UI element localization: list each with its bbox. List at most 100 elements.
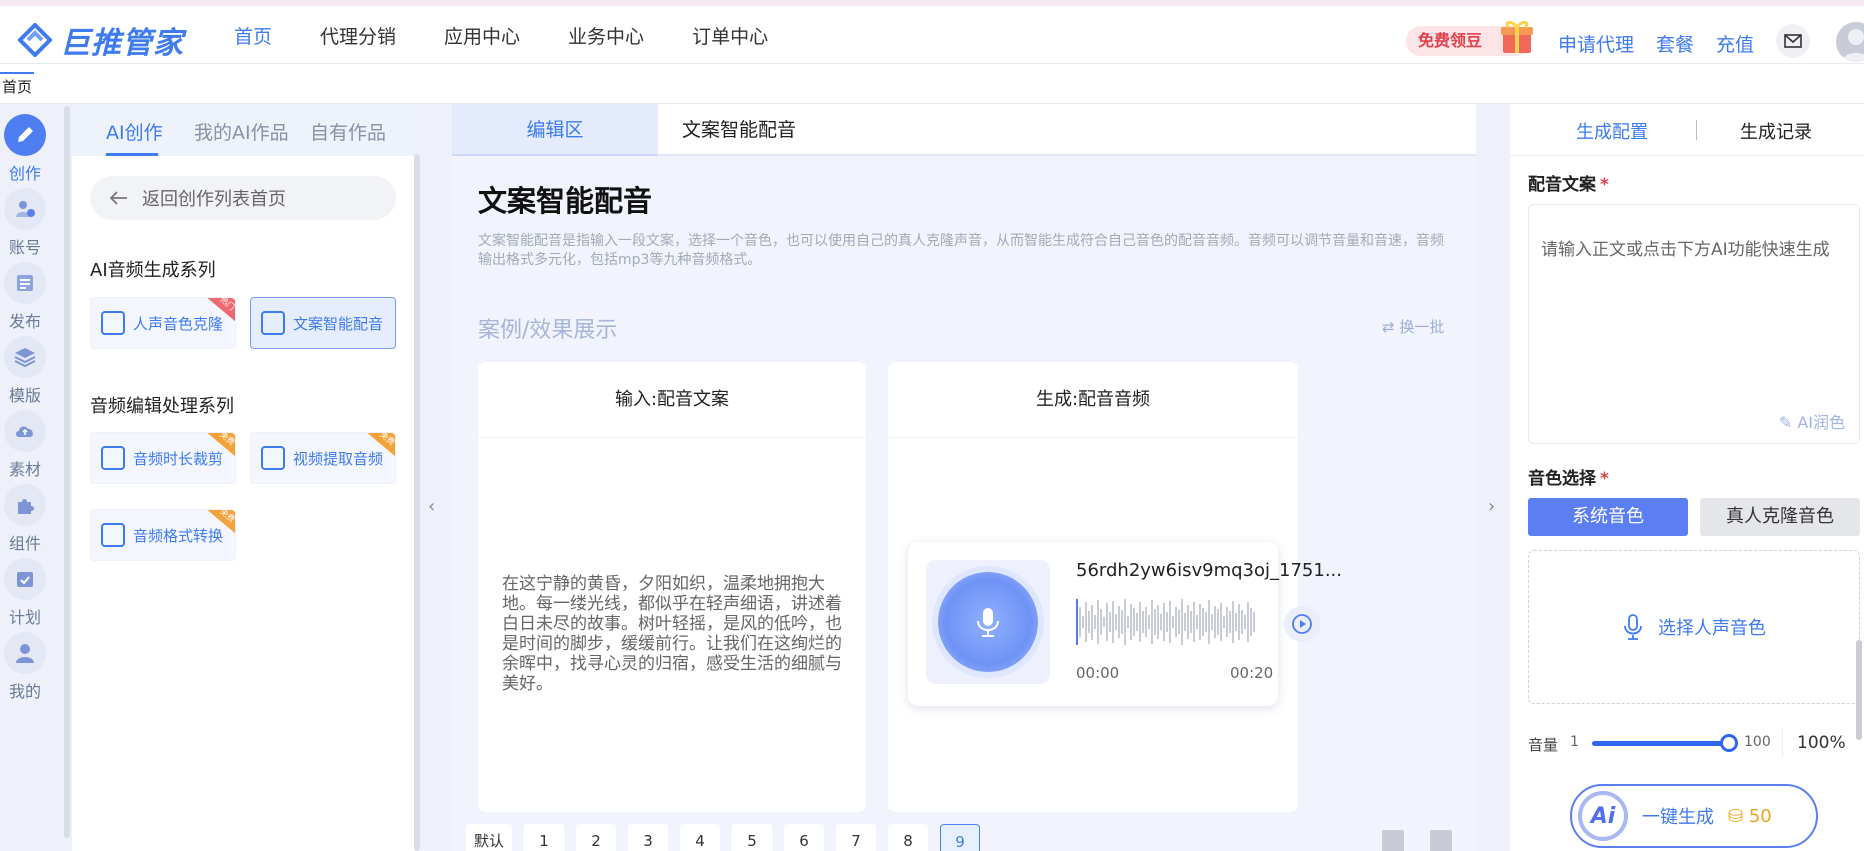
trash-icon[interactable] [1430,830,1452,851]
waveform-bar [1217,609,1219,635]
puzzle-icon [4,484,46,526]
page-tab-strip: 首页 [0,64,1864,104]
chevron-right-icon[interactable]: › [1488,496,1495,517]
page-button[interactable]: 3 [628,824,669,851]
config-panel-scrollbar[interactable] [1856,640,1862,740]
select-voice-button[interactable]: 选择人声音色 [1528,550,1860,704]
avatar[interactable] [1836,22,1864,62]
layers-icon [4,336,46,378]
page-title: 文案智能配音 [478,184,653,218]
waveform-bar [1154,609,1156,635]
back-button[interactable]: 返回创作列表首页 [90,176,396,220]
mic-doc-icon [261,311,285,335]
tab-own-works[interactable]: 自有作品 [310,118,386,145]
tool-voice-clone[interactable]: 人声音色克隆 热门 [90,297,236,349]
waveform-icon [261,446,285,470]
calendar-check-icon [4,558,46,600]
section-title: AI音频生成系列 [90,260,216,281]
tool-panel-scrollbar[interactable] [414,154,420,851]
rail-item-publish[interactable]: 发布 [0,262,50,332]
tool-video-extract-audio[interactable]: 视频提取音频 免费 [250,432,396,484]
nav-business[interactable]: 业务中心 [568,22,644,49]
document-icon[interactable] [1382,830,1404,851]
play-button[interactable] [1284,606,1320,642]
page-button[interactable]: 6 [784,824,825,851]
page-button[interactable]: 5 [732,824,773,851]
page-button[interactable]: 2 [576,824,617,851]
generate-button[interactable]: Ai 一键生成 ⛁ 50 [1570,784,1818,848]
nav-apps[interactable]: 应用中心 [444,22,520,49]
waveform-bar [1202,608,1204,636]
audio-cover [926,560,1050,684]
rail-scrollbar[interactable] [64,106,70,838]
page-button[interactable]: 8 [888,824,929,851]
left-rail: 创作 账号 发布 模版 素材 组件 计划 我的 [0,104,60,851]
waveform-bar [1211,614,1213,630]
mail-icon[interactable] [1776,24,1810,58]
rail-label: 计划 [8,608,41,627]
system-voice-tab[interactable]: 系统音色 [1528,498,1688,536]
tab-my-ai-works[interactable]: 我的AI作品 [194,118,289,145]
wav-file-icon [101,523,125,547]
clone-voice-tab[interactable]: 真人克隆音色 [1700,498,1860,536]
apply-agent-link[interactable]: 申请代理 [1558,30,1634,57]
top-bar: 巨推管家 首页 代理分销 应用中心 业务中心 订单中心 免费领豆 申请代理 套餐… [0,0,1864,64]
rail-item-component[interactable]: 组件 [0,484,50,554]
rail-item-plan[interactable]: 计划 [0,558,50,628]
page-button[interactable]: 4 [680,824,721,851]
nav-agent[interactable]: 代理分销 [320,22,396,49]
waveform-bar [1121,610,1123,634]
volume-control: 音量 1 100 100% [1528,728,1864,758]
voice-clone-icon [101,311,125,335]
microphone-icon [938,572,1038,672]
tool-audio-trim[interactable]: 音频时长裁剪 免费 [90,432,236,484]
dubbing-text-input[interactable]: 请输入正文或点击下方AI功能快速生成 ✎ AI润色 [1528,204,1860,444]
nav-home[interactable]: 首页 [234,22,272,49]
waveform-bar [1160,614,1162,630]
rail-label: 发布 [8,312,41,331]
logo[interactable]: 巨推管家 [17,18,184,62]
back-label: 返回创作列表首页 [142,189,286,210]
recharge-link[interactable]: 充值 [1716,30,1754,57]
tab-home[interactable]: 首页 [0,72,35,99]
page-button[interactable]: 1 [524,824,565,851]
waveform-bar [1109,612,1111,632]
tab-generate-config[interactable]: 生成配置 [1576,118,1648,144]
nav-orders[interactable]: 订单中心 [692,22,768,49]
gift-icon[interactable] [1500,17,1534,55]
rail-item-template[interactable]: 模版 [0,336,50,406]
volume-value-input[interactable]: 100% [1782,728,1864,758]
play-icon [1292,614,1312,634]
tool-panel: AI创作 我的AI作品 自有作品 返回创作列表首页 AI音频生成系列 人声音色克… [72,104,420,851]
tab-smart-dubbing[interactable]: 文案智能配音 [682,104,796,156]
waveform-bar [1085,602,1087,642]
page-button[interactable]: 7 [836,824,877,851]
audio-waveform[interactable] [1076,598,1266,646]
coin-icon: ⛁ [1728,805,1744,827]
swap-batch-button[interactable]: ⇄ 换一批 [1382,316,1444,337]
audio-duration: 00:20 [1230,664,1274,682]
waveform-bar [1184,613,1186,631]
rail-item-mine[interactable]: 我的 [0,632,50,702]
rail-item-material[interactable]: 素材 [0,410,50,480]
tab-generate-history[interactable]: 生成记录 [1740,118,1812,144]
page-default-button[interactable]: 默认 [466,824,513,851]
tool-audio-convert[interactable]: 音频格式转换 免费 [90,509,236,561]
microphone-icon [1624,614,1642,640]
ai-polish-button[interactable]: ✎ AI润色 [1779,409,1845,433]
rail-item-create[interactable]: 创作 [0,114,50,184]
volume-slider-handle[interactable] [1720,734,1738,752]
tab-edit-area[interactable]: 编辑区 [452,104,658,156]
tab-ai-create[interactable]: AI创作 [106,118,163,145]
editor-tabs: 编辑区 文案智能配音 [452,104,1476,156]
volume-slider[interactable] [1592,741,1728,746]
rail-item-account[interactable]: 账号 [0,188,50,258]
package-link[interactable]: 套餐 [1656,30,1694,57]
chevron-left-icon[interactable]: ‹ [428,496,435,517]
waveform-bar [1181,599,1183,645]
waveform-bar [1235,613,1237,631]
tool-smart-dubbing[interactable]: 文案智能配音 [250,297,396,349]
waveform-bar [1103,617,1105,627]
page-button[interactable]: 9 [940,824,981,851]
waveform-bar [1232,601,1234,643]
